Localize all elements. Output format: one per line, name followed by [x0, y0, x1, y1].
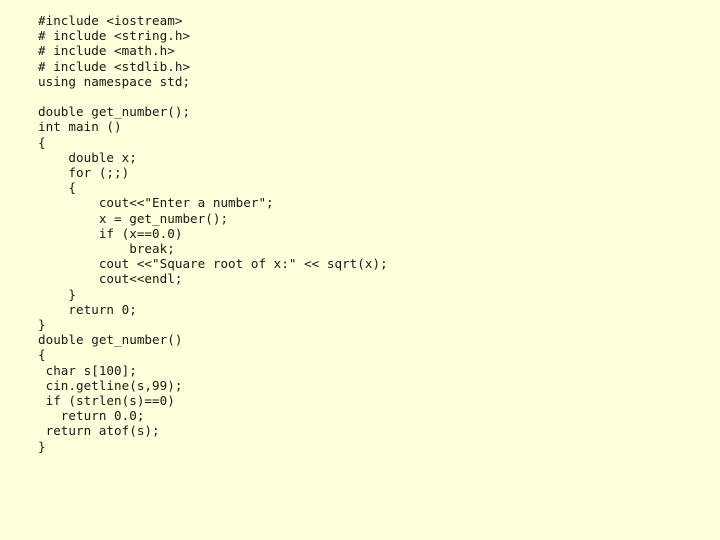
code-line: char s[100]; — [38, 362, 137, 378]
code-line: return atof(s); — [38, 423, 160, 439]
code-line: double x; — [38, 149, 137, 165]
code-line: int main () — [38, 119, 122, 135]
code-line: return 0.0; — [38, 408, 145, 424]
code-line: double get_number(); — [38, 104, 191, 120]
code-line: } — [38, 438, 46, 454]
code-line: cout<<"Enter a number"; — [38, 195, 274, 211]
code-line: { — [38, 347, 46, 363]
code-line: { — [38, 180, 77, 196]
code-line: using namespace std; — [38, 73, 191, 89]
code-line: if (x==0.0) — [38, 225, 183, 241]
code-line: # include <math.h> — [38, 43, 175, 59]
code-line: break; — [38, 241, 175, 257]
code-line: } — [38, 317, 46, 333]
code-line: cout<<endl; — [38, 271, 183, 287]
code-line: if (strlen(s)==0) — [38, 393, 175, 409]
code-line: # include <stdlib.h> — [38, 58, 191, 74]
code-line: # include <string.h> — [38, 28, 191, 44]
code-line: double get_number() — [38, 332, 183, 348]
code-line: } — [38, 286, 77, 302]
code-line: cout <<"Square root of x:" << sqrt(x); — [38, 256, 388, 272]
code-line: cin.getline(s,99); — [38, 377, 183, 393]
code-line: for (;;) — [38, 165, 130, 181]
code-line: { — [38, 134, 46, 150]
code-line: return 0; — [38, 301, 137, 317]
code-slide: #include <iostream> # include <string.h> #… — [0, 0, 720, 540]
code-line: x = get_number(); — [38, 210, 229, 226]
source-code-block: #include <iostream> # include <string.h> #… — [38, 13, 698, 454]
code-line: #include <iostream> — [38, 13, 183, 28]
